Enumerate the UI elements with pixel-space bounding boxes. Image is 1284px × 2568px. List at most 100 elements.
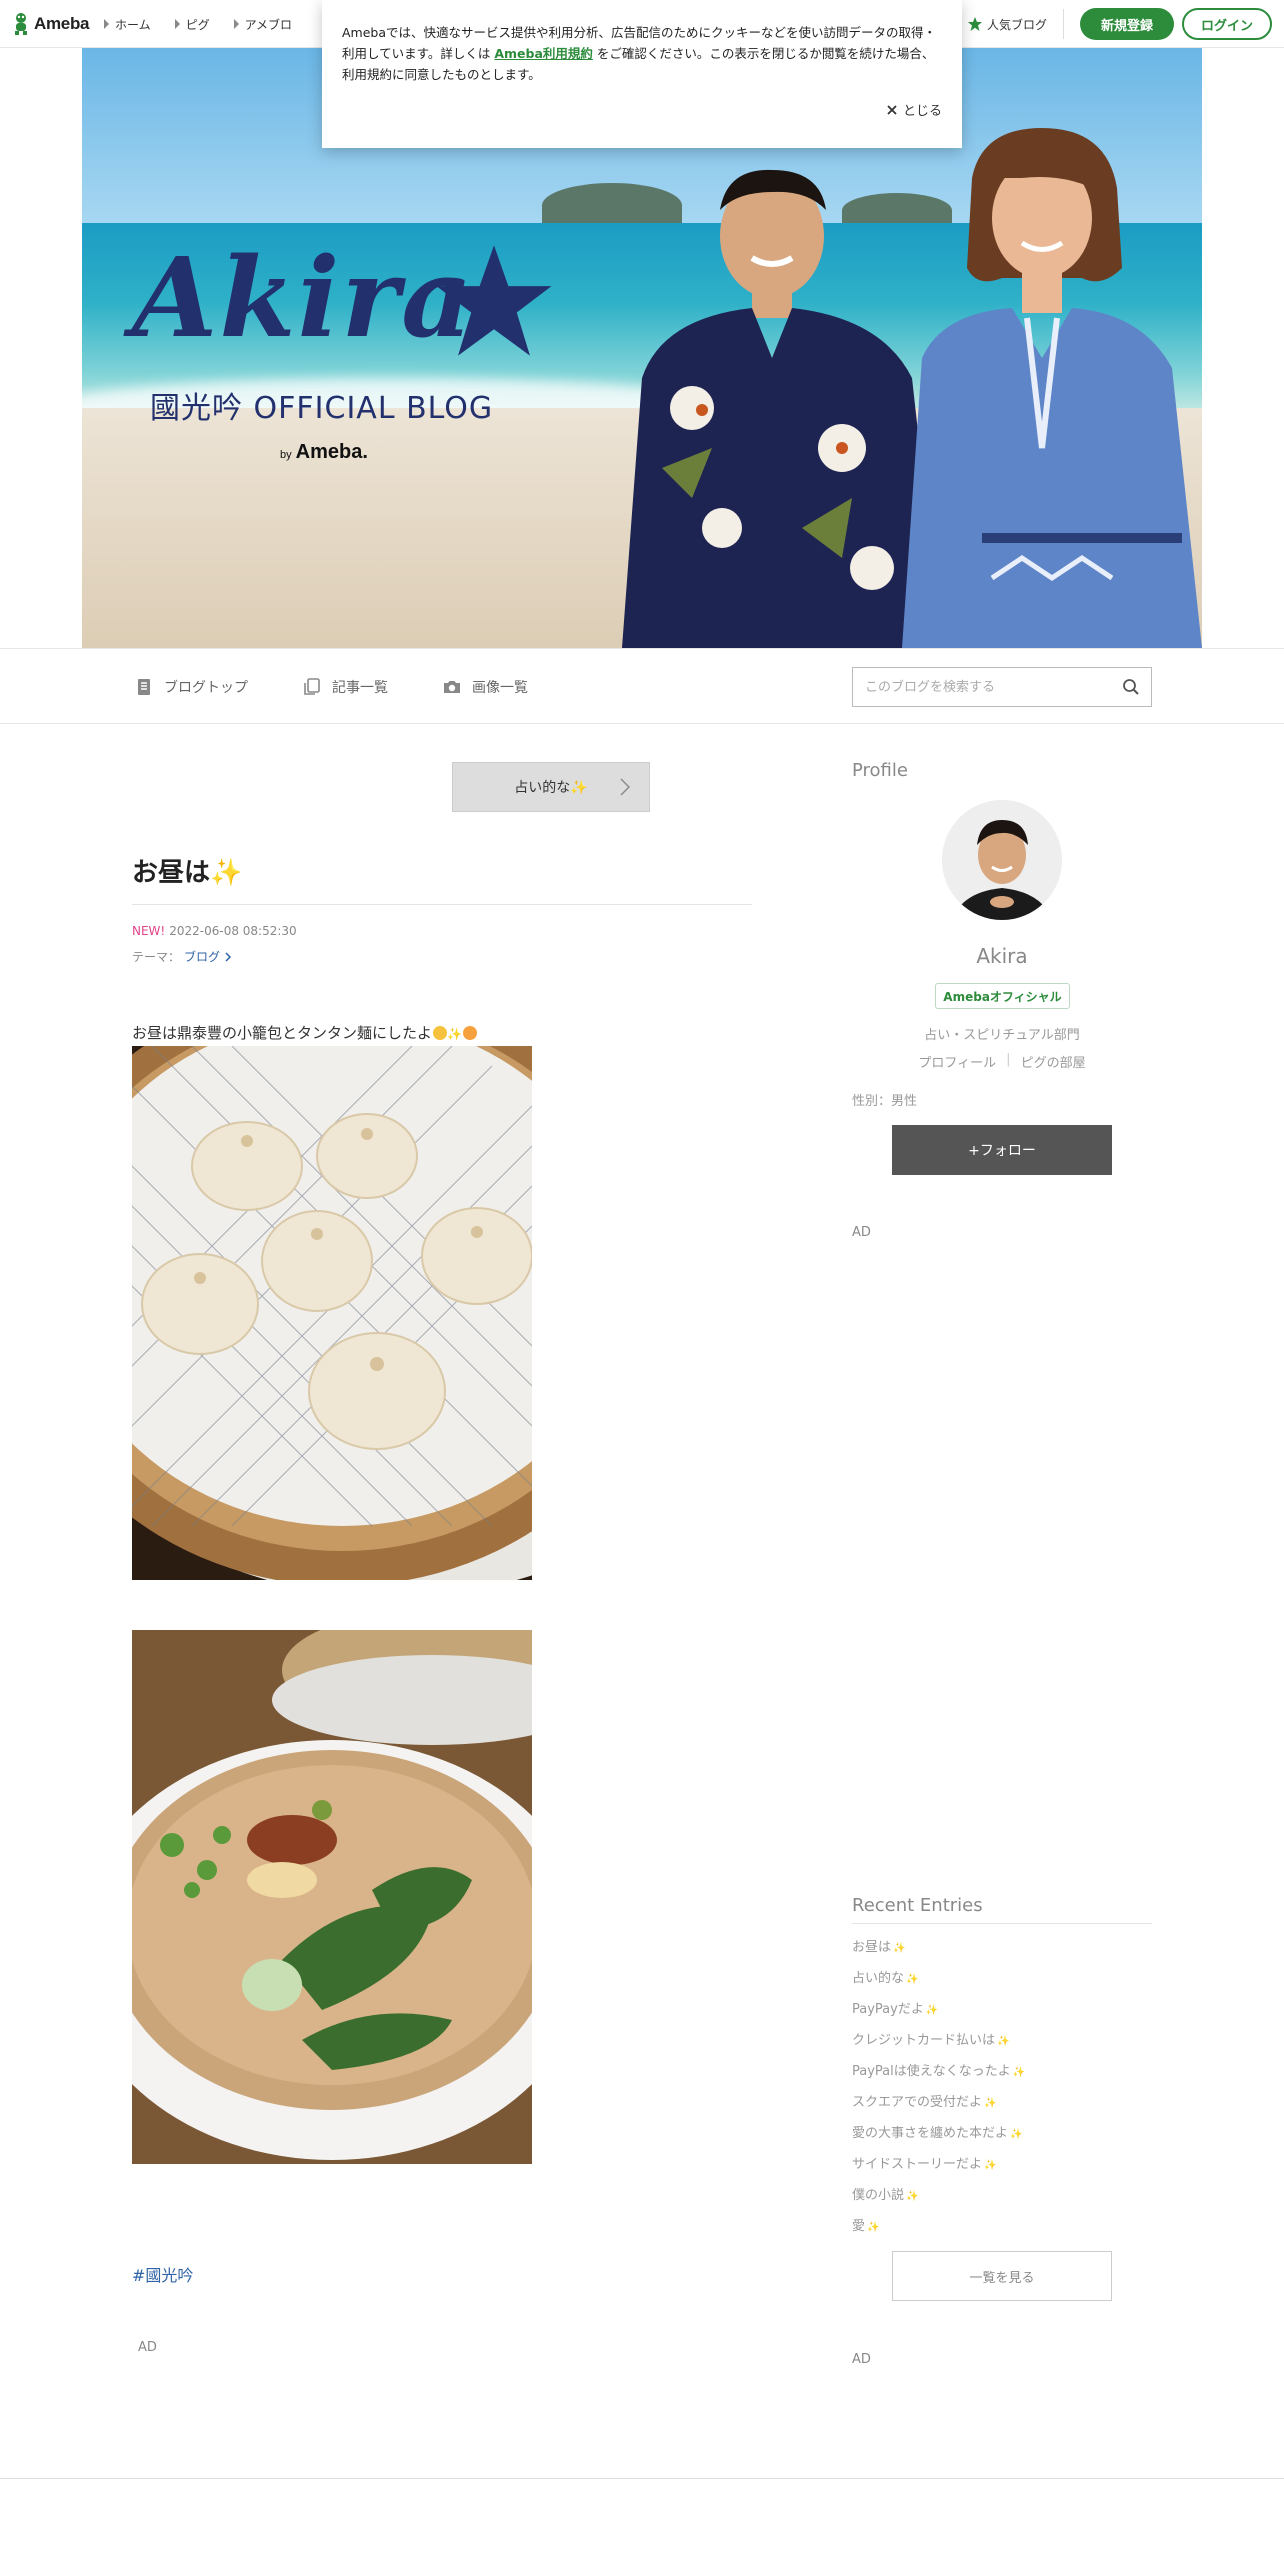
recent-entry-item[interactable]: クレジットカード払いは ✨ [852, 2029, 1152, 2060]
global-nav: ホーム ピグ アメブロ [104, 0, 292, 48]
nav-home-label: ホーム [115, 17, 151, 32]
recent-entry-label: 僕の小説 [852, 2188, 905, 2203]
nav-blog-top[interactable]: ブログトップ [134, 677, 248, 697]
recent-entry-item[interactable]: PayPalは使えなくなったよ ✨ [852, 2060, 1152, 2091]
search-icon [1123, 679, 1139, 695]
woman-photo [902, 128, 1202, 648]
recent-entry-label: PayPayだよ [852, 2002, 924, 2017]
profile-gender: 性別：男性 [852, 1094, 918, 1109]
hero-subtitle: 國光吟 OFFICIAL BLOG [150, 391, 494, 426]
prev-entry-label: 占い的な✨ [514, 780, 588, 796]
hero-title: Akira [132, 233, 475, 362]
recent-entry-item[interactable]: PayPayだよ ✨ [852, 1998, 1152, 2029]
profile-name: Akira [976, 944, 1028, 968]
sparkle-icon: ✨ [867, 2222, 880, 2233]
theme-link[interactable]: ブログ [184, 948, 220, 965]
sparkle-icon: ✨ [906, 2191, 919, 2202]
entry-body-text: お昼は鼎泰豐の小籠包とタンタン麺にしたよ ✨ [132, 1022, 477, 1043]
entry-meta: NEW! 2022-06-08 08:52:30 [132, 924, 297, 938]
recent-entry-label: スクエアでの受付だよ [852, 2095, 983, 2110]
nav-home[interactable]: ホーム [104, 16, 151, 33]
recent-entry-item[interactable]: 愛 ✨ [852, 2215, 1152, 2246]
ameba-logo[interactable]: Ameba [12, 12, 89, 36]
recent-entry-item[interactable]: スクエアでの受付だよ ✨ [852, 2091, 1152, 2122]
see-all-button[interactable]: 一覧を見る [892, 2251, 1112, 2301]
blog-search-input[interactable] [853, 668, 1111, 706]
title-divider [132, 904, 752, 905]
tantanmen-photo[interactable] [132, 1630, 532, 2164]
nav-image-list[interactable]: 画像一覧 [442, 677, 528, 697]
recent-entry-label: お昼は [852, 1940, 892, 1955]
recent-entry-item[interactable]: 占い的な ✨ [852, 1967, 1152, 1998]
recent-entry-label: PayPalは使えなくなったよ [852, 2064, 1011, 2079]
recent-entry-label: クレジットカード払いは [852, 2033, 996, 2048]
login-button[interactable]: ログイン [1182, 8, 1272, 40]
blog-search [852, 667, 1152, 707]
theme-prefix: テーマ： [132, 950, 181, 964]
header-actions: 人気ブログ 新規登録 ログイン [967, 0, 1272, 48]
ad-label: AD [138, 2340, 157, 2355]
entry-date: 2022-06-08 08:52:30 [169, 924, 297, 938]
footer-divider [0, 2478, 1284, 2479]
sparkle-icon: ✨ [997, 2036, 1010, 2047]
follow-button[interactable]: +フォロー [892, 1125, 1112, 1175]
sparkle-icon: ✨ [984, 2160, 997, 2171]
nav-entry-list[interactable]: 記事一覧 [302, 677, 388, 697]
nav-ameblo[interactable]: アメブロ [233, 16, 293, 33]
sparkle-icon: ✨ [1010, 2129, 1023, 2140]
cookie-close-button[interactable]: とじる [887, 100, 942, 119]
entry-title[interactable]: お昼は✨ [132, 852, 242, 889]
prev-entry-button[interactable]: 占い的な✨ [452, 762, 650, 812]
recent-entry-label: 愛 [852, 2219, 866, 2234]
recent-entry-item[interactable]: お昼は ✨ [852, 1936, 1152, 1967]
popular-blogs-label: 人気ブログ [986, 17, 1047, 32]
close-icon [887, 104, 897, 115]
sparkle-icon: ✨ [984, 2098, 997, 2109]
blog-nav-items: ブログトップ 記事一覧 画像一覧 [134, 649, 528, 725]
search-button[interactable] [1111, 668, 1151, 706]
kiss-emoji-icon [462, 1026, 477, 1040]
ad-label: AD [852, 2352, 871, 2367]
pigg-room-link[interactable]: ピグの部屋 [1021, 1052, 1086, 1071]
profile-heading: Profile [852, 760, 908, 781]
blog-top-icon [138, 679, 150, 695]
hero-by-small: by [280, 449, 292, 461]
official-badge[interactable]: Amebaオフィシャル [935, 983, 1070, 1009]
popular-blogs-link[interactable]: 人気ブログ [967, 9, 1064, 39]
recent-entry-item[interactable]: サイドストーリーだよ ✨ [852, 2153, 1152, 2184]
sparkle-icon: ✨ [1012, 2067, 1026, 2078]
hero-by-brand: Ameba. [295, 441, 368, 463]
profile-category[interactable]: 占い・スピリチュアル部門 [852, 1024, 1152, 1043]
nav-pigg[interactable]: ピグ [174, 16, 210, 33]
signup-button[interactable]: 新規登録 [1080, 8, 1174, 40]
nav-image-list-label: 画像一覧 [472, 680, 528, 696]
recent-entries-heading: Recent Entries [852, 1895, 983, 1916]
recent-entries-list: お昼は ✨ 占い的な ✨ PayPayだよ ✨ クレジットカード払いは ✨ PayPal… [852, 1936, 1152, 2246]
nav-blog-top-label: ブログトップ [164, 680, 248, 696]
terms-link[interactable]: Ameba利用規約 [494, 46, 593, 61]
hashtag-link[interactable]: #國光吟 [132, 2262, 193, 2286]
entry-theme: テーマ： ブログ [132, 948, 232, 965]
triangle-right-icon [233, 19, 239, 29]
recent-entry-label: 愛の大事さを纏めた本だよ [852, 2126, 1009, 2141]
sparkle-icon: ✨ [925, 2005, 939, 2016]
xiaolongbao-photo[interactable] [132, 1046, 532, 1580]
sparkle-icon: ✨ [906, 1974, 919, 1985]
ad-label: AD [852, 1225, 871, 1240]
avatar[interactable] [942, 800, 1062, 920]
link-separator: | [1006, 1052, 1011, 1067]
recent-entry-item[interactable]: 愛の大事さを纏めた本だよ ✨ [852, 2122, 1152, 2153]
profile-links: プロフィール | ピグの部屋 [852, 1052, 1152, 1071]
recent-entry-item[interactable]: 僕の小説 ✨ [852, 2184, 1152, 2215]
camera-icon [444, 681, 460, 693]
cookie-notice: Amebaでは、快適なサービス提供や利用分析、広告配信のためにクッキーなどを使い… [322, 0, 962, 148]
avatar-image [942, 800, 1062, 920]
triangle-right-icon [104, 19, 109, 29]
profile-link[interactable]: プロフィール [918, 1052, 996, 1071]
recent-entry-label: 占い的な [852, 1971, 905, 1986]
recent-entry-label: サイドストーリーだよ [852, 2157, 983, 2172]
tantanmen-image [132, 1630, 532, 2164]
nav-ameblo-label: アメブロ [244, 17, 293, 32]
new-badge: NEW! [132, 924, 166, 938]
sparkle-icon: ✨ [893, 1943, 906, 1954]
